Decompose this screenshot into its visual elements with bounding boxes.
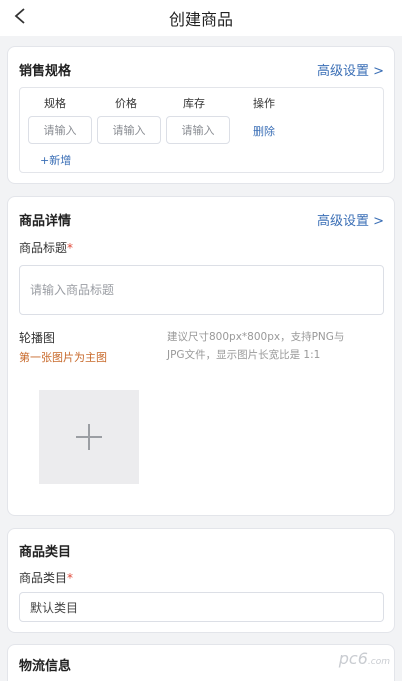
column-header-price: 价格 (115, 97, 137, 110)
carousel-primary-hint: 第一张图片为主图 (19, 351, 107, 364)
sales-spec-title: 销售规格 (19, 64, 72, 79)
category-field-label-text: 商品类目 (19, 571, 68, 585)
sales-spec-advanced-link[interactable]: 高级设置 > (317, 60, 384, 79)
column-header-spec: 规格 (44, 97, 66, 110)
logistics-title: 物流信息 (19, 659, 72, 674)
spec-input[interactable] (28, 116, 92, 144)
spec-table: 规格 价格 库存 操作 删除 +新增 (19, 87, 384, 173)
delete-row-link[interactable]: 删除 (253, 123, 275, 139)
category-title: 商品类目 (19, 545, 72, 560)
carousel-size-hint: 建议尺寸800px*800px，支持PNG与 JPG文件，显示图片长宽比是 1:… (167, 328, 387, 364)
stock-input[interactable] (166, 116, 230, 144)
page-title: 创建商品 (168, 10, 233, 29)
details-title: 商品详情 (19, 214, 72, 229)
carousel-size-hint-line1: 建议尺寸800px*800px，支持PNG与 (167, 331, 345, 343)
price-input[interactable] (97, 116, 161, 144)
category-field-label: 商品类目* (19, 569, 73, 586)
product-title-label: 商品标题* (19, 239, 73, 256)
header-bar: 创建商品 (0, 0, 402, 36)
plus-icon (76, 424, 102, 450)
column-header-action: 操作 (253, 97, 275, 110)
category-card: 商品类目 商品类目* (7, 528, 395, 633)
product-details-card: 商品详情 高级设置 > 商品标题* 轮播图 第一张图片为主图 建议尺寸800px… (7, 196, 395, 516)
required-mark: * (67, 571, 74, 585)
product-title-input[interactable] (19, 265, 384, 315)
details-advanced-link[interactable]: 高级设置 > (317, 210, 384, 229)
category-input[interactable] (19, 592, 384, 622)
column-header-stock: 库存 (183, 97, 205, 110)
watermark-suffix: .com (367, 657, 390, 667)
required-mark: * (67, 241, 74, 255)
add-row-link[interactable]: +新增 (40, 152, 71, 168)
sales-spec-card: 销售规格 高级设置 > 规格 价格 库存 操作 删除 +新增 (7, 46, 395, 184)
product-title-label-text: 商品标题 (19, 241, 68, 255)
image-upload-button[interactable] (39, 390, 139, 484)
watermark-logo: pc6.com (339, 649, 390, 668)
carousel-size-hint-line2: JPG文件，显示图片长宽比是 1:1 (167, 349, 321, 361)
watermark-text: pc6 (338, 649, 368, 668)
carousel-label: 轮播图 (19, 331, 56, 345)
logistics-card: 物流信息 (7, 644, 395, 681)
